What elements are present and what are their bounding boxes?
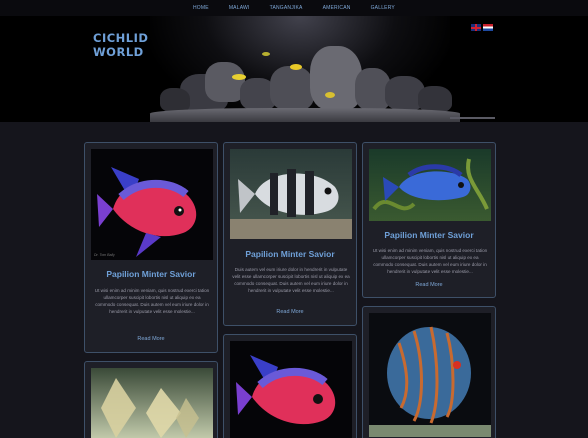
red-cichlid-image — [236, 355, 336, 425]
article-card: Papilion Minter Savior Duis autem vel eu… — [223, 142, 357, 326]
nav-malawi-link[interactable]: MALAWI — [219, 0, 260, 16]
card-title[interactable]: Papilion Minter Savior — [363, 230, 495, 240]
fish-photo-blue-cichlid[interactable] — [369, 149, 491, 221]
read-more-link[interactable]: Read More — [85, 336, 217, 342]
read-more-link[interactable]: Read More — [363, 282, 495, 288]
nav-gallery-link[interactable]: GALLERY — [361, 0, 405, 16]
nav-home-link[interactable]: HOME — [183, 0, 219, 16]
card-excerpt: Ut wisi enim ad minim veniam, quis nostr… — [372, 248, 488, 274]
read-more-link[interactable]: Read More — [224, 309, 356, 315]
dutch-flag-icon[interactable] — [483, 24, 493, 31]
card-excerpt: Duis autem vel eum iriure dolor in hendr… — [232, 267, 350, 293]
nav-tanganjika-link[interactable]: TANGANJIKA — [260, 0, 313, 16]
english-flag-icon[interactable] — [471, 24, 481, 31]
hero-banner: CICHLID WORLD — [0, 16, 588, 122]
logo-line-1: CICHLID — [93, 31, 149, 45]
fish-photo-discus[interactable] — [369, 313, 491, 437]
card-excerpt: Ut wisi enim ad minim veniam, quis nostr… — [94, 288, 210, 314]
photo-credit: Dr. Tom Bally — [94, 253, 115, 257]
banner-slider-indicator[interactable] — [450, 117, 495, 119]
nav-american-link[interactable]: AMERICAN — [313, 0, 361, 16]
fish-photo-red-peacock[interactable] — [230, 341, 352, 438]
discus-fish-image — [369, 326, 491, 437]
fish-photo-red-peacock[interactable]: Dr. Tom Bally — [91, 149, 213, 260]
card-title[interactable]: Papilion Minter Savior — [85, 269, 217, 279]
fish-photo-angelfish[interactable] — [91, 368, 213, 438]
article-card: Papilion Minter Savior Ut wisi enim ad m… — [362, 142, 496, 298]
fish-photo-frontosa[interactable] — [230, 149, 352, 239]
article-card: Dr. Tom Bally Papilion Minter Savior Ut … — [84, 142, 218, 353]
article-card — [223, 334, 357, 438]
site-logo[interactable]: CICHLID WORLD — [93, 31, 148, 59]
logo-line-2: WORLD — [93, 45, 144, 59]
top-navigation: HOME MALAWI TANGANJIKA AMERICAN GALLERY — [0, 0, 588, 16]
article-card — [84, 361, 218, 438]
red-cichlid-image — [97, 167, 197, 257]
article-card — [362, 306, 496, 438]
striped-cichlid-image — [230, 169, 352, 239]
angelfish-image — [101, 378, 199, 438]
card-title[interactable]: Papilion Minter Savior — [224, 249, 356, 259]
blue-cichlid-image — [372, 158, 489, 211]
